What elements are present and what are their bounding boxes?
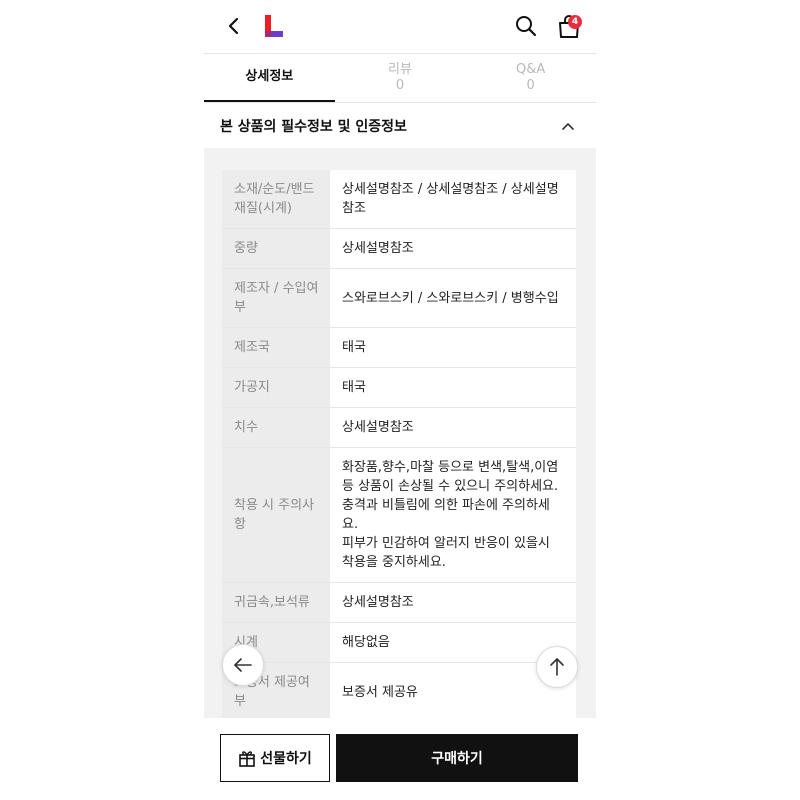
- top-header: 4: [204, 0, 596, 53]
- info-value: 상세설명참조: [330, 228, 576, 269]
- info-value-line: 태국: [342, 340, 366, 355]
- info-value-line: 상세설명참조: [342, 595, 414, 610]
- tab-reviews[interactable]: 리뷰 0: [335, 54, 466, 102]
- tab-label: Q&A: [516, 62, 546, 77]
- tab-count: 0: [395, 78, 405, 93]
- purchase-bar: 선물하기 구매하기: [204, 718, 596, 800]
- info-key: 착용 시 주의사항: [222, 447, 330, 583]
- info-row: 중량 상세설명참조: [222, 228, 576, 269]
- arrow-left-icon: [234, 658, 252, 672]
- tab-label: 리뷰: [388, 62, 412, 77]
- info-value-line: 상세설명참조: [342, 420, 414, 435]
- detail-tabs: 상세정보 리뷰 0 Q&A 0: [204, 54, 596, 102]
- info-value-line: 보증서 제공유: [342, 684, 418, 700]
- gift-icon: [239, 751, 256, 767]
- info-value: 스와로브스키 / 스와로브스키 / 병행수입: [330, 268, 576, 328]
- info-row: 가공지 태국: [222, 367, 576, 408]
- info-row: 제조자 / 수입여부 스와로브스키 / 스와로브스키 / 병행수입: [222, 268, 576, 328]
- info-key: 치수: [222, 407, 330, 448]
- info-value-line: 충격과 비틀림에 의한 파손에 주의하세요.: [342, 498, 550, 532]
- info-value: 상세설명참조: [330, 407, 576, 448]
- chevron-up-icon[interactable]: [560, 118, 576, 134]
- info-area: 소재/순도/밴드재질(시계) 상세설명참조 / 상세설명참조 / 상세설명참조중량…: [204, 148, 596, 718]
- scroll-top-button[interactable]: [536, 646, 578, 688]
- product-info-table: 소재/순도/밴드재질(시계) 상세설명참조 / 상세설명참조 / 상세설명참조중량…: [222, 170, 576, 718]
- info-key: 제조자 / 수입여부: [222, 268, 330, 328]
- search-icon[interactable]: [514, 14, 538, 38]
- cart-count-badge: 4: [568, 15, 582, 29]
- info-key: 귀금속,보석류: [222, 582, 330, 623]
- info-row: 소재/순도/밴드재질(시계) 상세설명참조 / 상세설명참조 / 상세설명참조: [222, 170, 576, 229]
- tab-qna[interactable]: Q&A 0: [465, 54, 596, 102]
- info-row: 착용 시 주의사항 화장품,향수,마찰 등으로 변색,탈색,이염 등 상품이 손상…: [222, 447, 576, 583]
- info-row: 시계 해당없음: [222, 622, 576, 663]
- info-value-line: 피부가 민감하여 알러지 반응이 있을시 착용을 중지하세요.: [342, 536, 550, 570]
- buy-button[interactable]: 구매하기: [336, 734, 578, 782]
- info-value: 태국: [330, 327, 576, 368]
- lotte-on-logo[interactable]: [264, 15, 284, 37]
- tab-count: 0: [526, 78, 535, 93]
- info-value-line: 태국: [342, 380, 366, 395]
- info-key: 가공지: [222, 367, 330, 408]
- info-key: 소재/순도/밴드재질(시계): [222, 170, 330, 229]
- info-value-line: 상세설명참조: [342, 241, 414, 256]
- section-title: 본 상품의 필수정보 및 인증정보: [220, 119, 407, 135]
- chevron-left-icon[interactable]: [224, 14, 244, 38]
- info-key: 제조국: [222, 327, 330, 368]
- info-value: 화장품,향수,마찰 등으로 변색,탈색,이염 등 상품이 손상될 수 있으니 주…: [330, 447, 576, 583]
- gift-button-label: 선물하기: [260, 751, 312, 767]
- go-back-floating-button[interactable]: [222, 644, 264, 686]
- tab-detail-info[interactable]: 상세정보: [204, 54, 335, 102]
- info-key: 중량: [222, 228, 330, 269]
- info-value-line: 화장품,향수,마찰 등으로 변색,탈색,이염 등 상품이 손상될 수 있으니 주…: [342, 460, 559, 494]
- buy-button-label: 구매하기: [431, 751, 483, 767]
- info-row: 치수 상세설명참조: [222, 407, 576, 448]
- info-value-line: 해당없음: [342, 635, 390, 650]
- arrow-up-icon: [550, 658, 564, 676]
- info-value-line: 상세설명참조 / 상세설명참조 / 상세설명참조: [342, 182, 559, 216]
- required-info-accordion[interactable]: 본 상품의 필수정보 및 인증정보: [204, 103, 596, 148]
- info-row: 보증서 제공여부 보증서 제공유: [222, 662, 576, 718]
- info-value: 상세설명참조: [330, 582, 576, 623]
- info-value: 태국: [330, 367, 576, 408]
- product-detail-screen: 4 상세정보 리뷰 0 Q&A 0 본 상품의 필수정보 및 인증정보 소재/순…: [204, 0, 596, 800]
- info-row: 제조국 태국: [222, 327, 576, 368]
- info-value: 상세설명참조 / 상세설명참조 / 상세설명참조: [330, 170, 576, 229]
- gift-button[interactable]: 선물하기: [220, 734, 330, 782]
- info-row: 귀금속,보석류 상세설명참조: [222, 582, 576, 623]
- tab-label: 상세정보: [245, 69, 294, 84]
- info-value-line: 스와로브스키 / 스와로브스키 / 병행수입: [342, 290, 559, 306]
